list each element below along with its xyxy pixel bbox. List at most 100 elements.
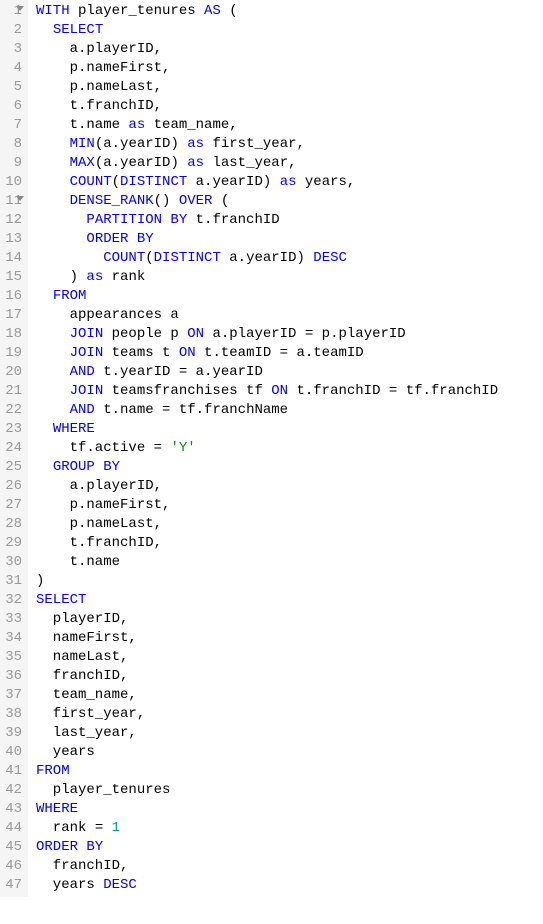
token-id: first_year, — [36, 706, 145, 722]
token-kw: OVER — [179, 193, 213, 209]
line-number: 27 — [2, 496, 22, 515]
token-id: a.yearID — [187, 174, 263, 190]
code-line: PARTITION BY t.franchID — [36, 211, 543, 230]
token-id — [179, 136, 187, 152]
token-paren: () — [154, 193, 171, 209]
line-number: 26 — [2, 477, 22, 496]
token-paren: ( — [212, 193, 229, 209]
token-id — [36, 155, 70, 171]
token-id: t.franchID, — [36, 98, 162, 114]
line-number: 35 — [2, 648, 22, 667]
token-kw: JOIN — [70, 383, 104, 399]
code-line: WHERE — [36, 420, 543, 439]
token-fn: COUNT — [103, 250, 145, 266]
line-number: 25 — [2, 458, 22, 477]
token-id — [36, 136, 70, 152]
line-number: 4 — [2, 59, 22, 78]
fold-marker-icon[interactable] — [16, 6, 24, 11]
code-line: ORDER BY — [36, 230, 543, 249]
token-kw: DESC — [103, 877, 137, 893]
token-id: t.franchID, — [36, 535, 162, 551]
token-kw: as — [128, 117, 145, 133]
token-id: a.playerID, — [36, 478, 162, 494]
line-number: 36 — [2, 667, 22, 686]
token-id: p.nameFirst, — [36, 60, 170, 76]
code-line: p.nameFirst, — [36, 496, 543, 515]
line-number: 14 — [2, 249, 22, 268]
line-number: 2 — [2, 21, 22, 40]
token-kw: ON — [179, 345, 196, 361]
token-kw: as — [187, 155, 204, 171]
token-kw: as — [187, 136, 204, 152]
line-number: 5 — [2, 78, 22, 97]
token-id: people p — [103, 326, 187, 342]
code-line: GROUP BY — [36, 458, 543, 477]
token-kw: PARTITION BY — [86, 212, 187, 228]
line-number: 41 — [2, 762, 22, 781]
token-id: t.franchID — [187, 212, 279, 228]
line-number: 29 — [2, 534, 22, 553]
token-op: = — [179, 364, 187, 380]
token-paren: ( — [95, 136, 103, 152]
line-number: 23 — [2, 420, 22, 439]
token-kw: ORDER BY — [36, 839, 103, 855]
line-number: 31 — [2, 572, 22, 591]
token-id — [36, 269, 70, 285]
code-line: p.nameLast, — [36, 78, 543, 97]
code-line: MAX(a.yearID) as last_year, — [36, 154, 543, 173]
line-number: 22 — [2, 401, 22, 420]
line-number: 10 — [2, 173, 22, 192]
token-id — [36, 421, 53, 437]
token-id: franchID, — [36, 668, 128, 684]
token-id — [36, 345, 70, 361]
code-line: t.franchID, — [36, 534, 543, 553]
token-paren: ) — [296, 250, 304, 266]
token-id — [36, 326, 70, 342]
token-fn: MAX — [70, 155, 95, 171]
token-kw: FROM — [36, 763, 70, 779]
fold-marker-icon[interactable] — [16, 196, 24, 201]
code-line: COUNT(DISTINCT a.yearID) DESC — [36, 249, 543, 268]
token-paren: ) — [170, 155, 178, 171]
token-id: tf.franchID — [397, 383, 498, 399]
line-number: 20 — [2, 363, 22, 382]
token-paren: ) — [70, 269, 78, 285]
line-number: 18 — [2, 325, 22, 344]
token-kw: DISTINCT — [120, 174, 187, 190]
line-number: 19 — [2, 344, 22, 363]
token-id: nameFirst, — [36, 630, 137, 646]
code-line: team_name, — [36, 686, 543, 705]
code-line: ) as rank — [36, 268, 543, 287]
line-number: 9 — [2, 154, 22, 173]
token-id: nameLast, — [36, 649, 128, 665]
token-id — [170, 193, 178, 209]
token-paren: ( — [145, 250, 153, 266]
token-id: player_tenures — [70, 3, 204, 19]
token-id: last_year, — [36, 725, 137, 741]
token-op: = — [280, 345, 288, 361]
code-line: AND t.yearID = a.yearID — [36, 363, 543, 382]
token-str: 'Y' — [170, 440, 195, 456]
token-kw: JOIN — [70, 345, 104, 361]
token-kw: GROUP BY — [53, 459, 120, 475]
line-number: 39 — [2, 724, 22, 743]
code-line: a.playerID, — [36, 40, 543, 59]
code-line: nameFirst, — [36, 629, 543, 648]
code-line: franchID, — [36, 857, 543, 876]
line-number: 37 — [2, 686, 22, 705]
code-line: rank = 1 — [36, 819, 543, 838]
code-line: JOIN teams t ON t.teamID = a.teamID — [36, 344, 543, 363]
code-line: first_year, — [36, 705, 543, 724]
token-fn: MIN — [70, 136, 95, 152]
line-number: 6 — [2, 97, 22, 116]
line-number: 28 — [2, 515, 22, 534]
token-id: tf.franchName — [170, 402, 288, 418]
token-fn: DENSE_RANK — [70, 193, 154, 209]
line-number: 42 — [2, 781, 22, 800]
code-line: appearances a — [36, 306, 543, 325]
code-line: tf.active = 'Y' — [36, 439, 543, 458]
line-number: 44 — [2, 819, 22, 838]
token-id: rank — [103, 269, 145, 285]
token-kw: as — [280, 174, 297, 190]
token-id — [36, 22, 53, 38]
